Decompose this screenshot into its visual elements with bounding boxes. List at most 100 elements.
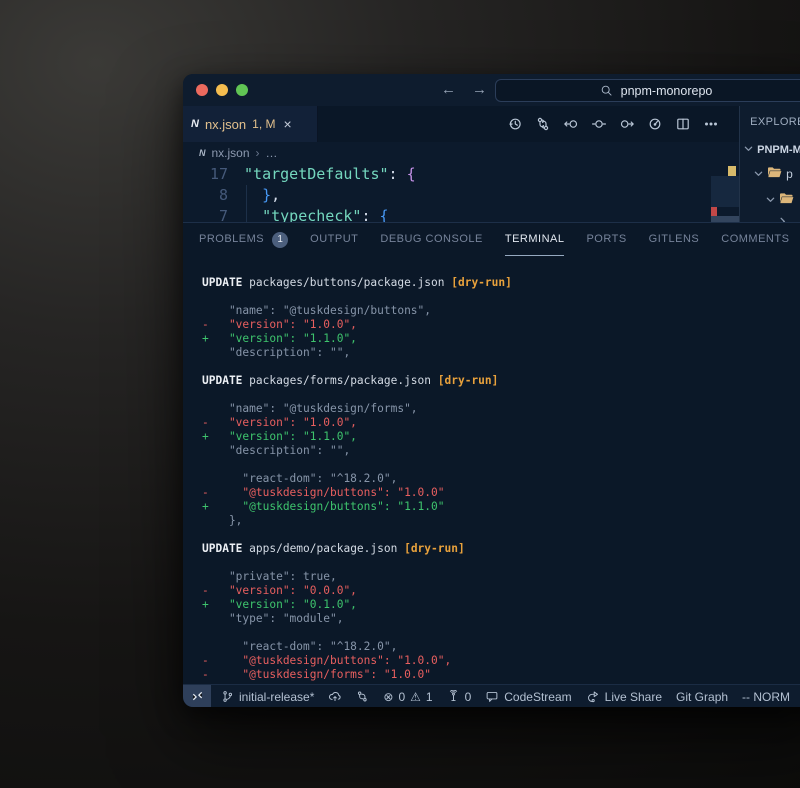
minimap[interactable] [711, 164, 739, 222]
code-editor[interactable]: 17 "targetDefaults": {8 },7 "typecheck":… [183, 164, 739, 222]
terminal-text: - "@tuskdesign/forms": "1.0.0" [202, 668, 431, 681]
explorer-folder-item[interactable]: p [754, 166, 793, 182]
remote-indicator[interactable] [183, 685, 211, 707]
terminal-text: "react-dom": "^18.2.0", [202, 472, 397, 485]
terminal-line [202, 290, 800, 304]
terminal-output[interactable]: UPDATE packages/buttons/package.json [dr… [183, 256, 800, 684]
tab-strip[interactable]: N nx.json 1, M × [183, 106, 739, 142]
publish-changes-button[interactable] [328, 690, 342, 703]
tab-modified-badge: 1, M [252, 117, 275, 131]
more-actions-icon[interactable] [702, 116, 719, 133]
panel-tab-terminal[interactable]: TERMINAL [505, 223, 565, 256]
terminal-text: [dry-run] [438, 374, 499, 387]
panel-tab-output[interactable]: OUTPUT [310, 223, 358, 256]
panel-tab-debug-console[interactable]: DEBUG CONSOLE [380, 223, 482, 256]
code-token: "typecheck" [262, 206, 361, 222]
gauge-blame-icon[interactable] [646, 116, 663, 133]
terminal-text: "private": true, [202, 570, 337, 583]
terminal-line [202, 556, 800, 570]
panel-tab-problems[interactable]: PROBLEMS 1 [199, 223, 288, 256]
breadcrumb[interactable]: N nx.json › … [183, 142, 739, 164]
line-number: 17 [183, 164, 235, 185]
git-graph-status-item[interactable]: Git Graph [676, 690, 728, 704]
minimap-deleted-mark [711, 207, 717, 216]
nx-file-icon: N [199, 148, 206, 158]
chevron-down-icon [754, 167, 763, 181]
terminal-text: packages/forms/package.json [242, 374, 437, 387]
terminal-text: "description": "", [202, 444, 350, 457]
codestream-status-item[interactable]: CodeStream [485, 690, 571, 704]
command-center-search[interactable]: pnpm-monorepo [495, 79, 800, 102]
warning-icon: ⚠ [410, 690, 421, 704]
code-token: "targetDefaults" [244, 164, 389, 185]
minimize-window-button[interactable] [216, 84, 228, 96]
vscode-window: ← → pnpm-monorepo N nx.json 1, M × [183, 74, 800, 707]
next-change-icon[interactable] [618, 116, 635, 133]
problems-count-badge: 1 [272, 232, 288, 248]
codestream-label: CodeStream [504, 690, 571, 704]
panel-tab-gitlens[interactable]: GITLENS [649, 223, 700, 256]
navigate-forward-icon[interactable]: → [472, 80, 487, 100]
terminal-line: "name": "@tuskdesign/buttons", [202, 304, 800, 318]
current-change-icon[interactable] [590, 116, 607, 133]
problems-status-item[interactable]: ⊗ 0 ⚠ 1 [383, 690, 432, 704]
panel-tab-ports[interactable]: PORTS [586, 223, 626, 256]
code-line: 8 }, [183, 185, 739, 206]
nx-logo-icon: N [191, 118, 199, 130]
terminal-text: UPDATE [202, 542, 242, 555]
panel-tab-bar[interactable]: PROBLEMS 1 OUTPUT DEBUG CONSOLE TERMINAL… [183, 223, 800, 256]
error-icon: ⊗ [383, 690, 393, 704]
code-token: : [361, 206, 379, 222]
live-share-status-item[interactable]: Live Share [586, 690, 662, 704]
previous-change-icon[interactable] [562, 116, 579, 133]
panel-tab-comments[interactable]: COMMENTS [721, 223, 789, 256]
code-token [235, 206, 262, 222]
terminal-line: - "@tuskdesign/buttons": "1.0.0", [202, 654, 800, 668]
minimap-viewport[interactable] [711, 176, 739, 207]
ports-status-item[interactable]: 0 [447, 690, 472, 704]
zoom-window-button[interactable] [236, 84, 248, 96]
navigate-back-icon[interactable]: ← [441, 80, 456, 100]
gitlens-commits-icon[interactable] [356, 690, 369, 703]
terminal-line [202, 360, 800, 374]
open-folder-icon [779, 192, 794, 208]
terminal-text: apps/demo/package.json [242, 542, 404, 555]
close-window-button[interactable] [196, 84, 208, 96]
code-token: } [262, 185, 271, 206]
terminal-line: - "version": "1.0.0", [202, 318, 800, 332]
split-editor-icon[interactable] [674, 116, 691, 133]
explorer-collapsed-item[interactable] [778, 213, 787, 222]
indent-guide [246, 185, 247, 222]
terminal-text: + "@tuskdesign/buttons": "1.1.0" [202, 500, 444, 513]
git-branch-item[interactable]: initial-release* [221, 690, 314, 704]
breadcrumb-ellipsis[interactable]: … [266, 146, 278, 160]
terminal-text: "name": "@tuskdesign/buttons", [202, 304, 431, 317]
breadcrumb-file[interactable]: nx.json [212, 146, 250, 160]
explorer-folder-label: p [786, 167, 793, 181]
terminal-text: - "version": "0.0.0", [202, 584, 357, 597]
traffic-lights [196, 84, 248, 96]
code-line: 17 "targetDefaults": { [183, 164, 739, 185]
chevron-right-icon [778, 213, 787, 222]
explorer-folder-item[interactable] [766, 192, 798, 208]
terminal-text: + "version": "0.1.0", [202, 598, 357, 611]
tab-close-icon[interactable]: × [284, 116, 292, 132]
vim-mode-indicator[interactable]: -- NORM [742, 690, 790, 704]
tab-nx-json[interactable]: N nx.json 1, M × [183, 106, 318, 142]
terminal-text: + "version": "1.1.0", [202, 332, 357, 345]
horizontal-scrollbar[interactable] [711, 216, 739, 222]
title-bar[interactable]: ← → pnpm-monorepo [183, 74, 800, 106]
terminal-line: "react-dom": "^18.2.0", [202, 640, 800, 654]
terminal-line: - "@tuskdesign/forms": "1.0.0" [202, 668, 800, 682]
code-token: : [389, 164, 407, 185]
terminal-text: - "@tuskdesign/buttons": "1.0.0" [202, 486, 444, 499]
explorer-root-item[interactable]: PNPM-MONOREPO [744, 144, 800, 156]
minimap-modified-mark [728, 166, 736, 176]
code-token [235, 164, 244, 185]
terminal-text: "name": "@tuskdesign/forms", [202, 402, 418, 415]
terminal-text: }, [202, 514, 242, 527]
open-changes-icon[interactable] [534, 116, 551, 133]
panel-tab-label: OUTPUT [310, 223, 358, 256]
open-folder-icon [767, 166, 782, 182]
timeline-history-icon[interactable] [506, 116, 523, 133]
